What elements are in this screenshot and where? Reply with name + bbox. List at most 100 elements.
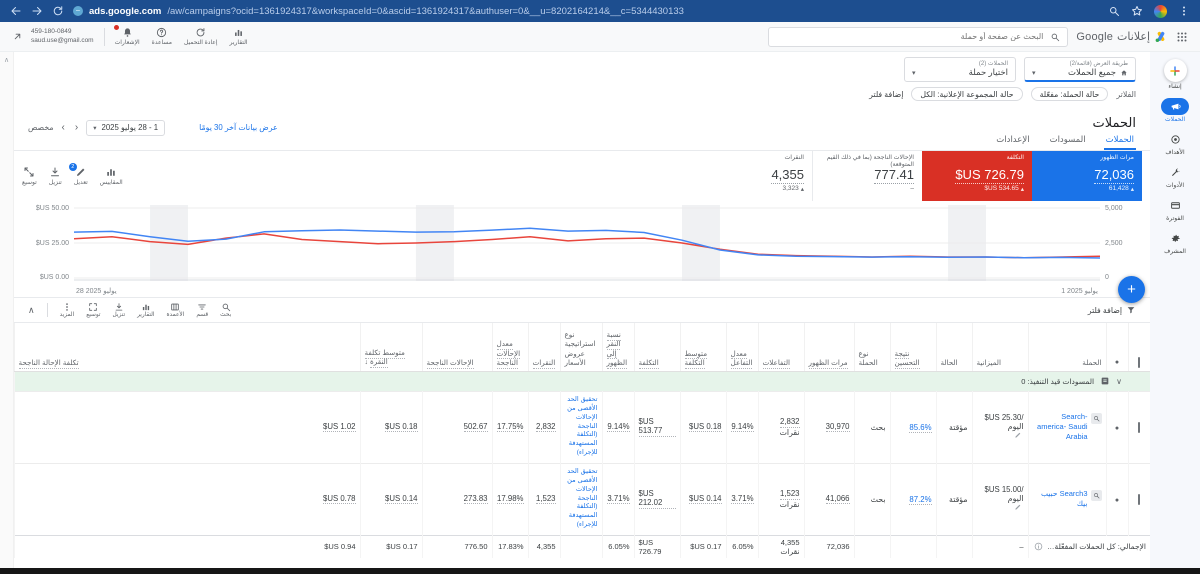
column-header-avg_cost[interactable]: متوسط التكلفة xyxy=(685,349,708,369)
browser-reload-icon[interactable] xyxy=(52,5,64,17)
search-icon xyxy=(221,302,231,312)
column-header-clicks[interactable]: النقرات xyxy=(533,358,556,369)
view-mode-dropdown[interactable]: طريقة العرض (قائمة/2) جميع الحملات ▾ xyxy=(1024,57,1136,82)
filter-chip-1[interactable]: حالة المجموعة الإعلانية: الكل xyxy=(911,87,1022,101)
info-icon[interactable] xyxy=(1034,542,1043,551)
campaign-row-1[interactable]: ● Search3 حبيب بيك$US 15.00/اليوممؤقتة87… xyxy=(14,463,1150,535)
collapse-table-icon[interactable]: ∧ xyxy=(28,305,35,316)
add-fab-button[interactable]: + xyxy=(1118,276,1145,303)
column-header-status[interactable]: الحالة xyxy=(941,358,958,367)
site-info-icon[interactable]: – xyxy=(73,6,83,16)
nav-item-admin[interactable]: المشرف xyxy=(1161,230,1189,255)
global-search[interactable] xyxy=(768,27,1068,47)
table-tool-label: الأعمدة xyxy=(167,312,185,318)
nav-item-billing[interactable]: الفوترة xyxy=(1161,197,1189,222)
table-tool-reports[interactable]: التقارير xyxy=(137,302,154,318)
scorecard-conversions[interactable]: الإحالات الناجحة (بما في ذلك القيم المتو… xyxy=(812,151,922,201)
chart-tool-expand[interactable]: توسيع xyxy=(22,166,37,186)
browser-profile-avatar[interactable] xyxy=(1154,5,1167,18)
scorecard-cost[interactable]: التكلفة $US 726.79 ▴$US 534.65 xyxy=(922,151,1032,201)
campaign-name-link[interactable]: Search- america- Saudi Arabia xyxy=(1033,412,1088,442)
nav-item-campaigns[interactable]: الحملات xyxy=(1161,98,1189,123)
column-header-interactions[interactable]: التفاعلات xyxy=(763,358,791,369)
column-header-conversions[interactable]: الإحالات الناجحة xyxy=(427,358,474,369)
cell-opt-score[interactable]: 85.6% xyxy=(909,423,931,434)
campaign-picker-dropdown[interactable]: الحملات (2) اختيار حملة ▾ xyxy=(904,57,1016,82)
column-header-conv_rate[interactable]: معدل الإحالات الناجحة xyxy=(497,339,521,368)
row-checkbox[interactable] xyxy=(1138,494,1140,505)
cell-interactions-unit: نقرات xyxy=(780,500,800,509)
column-header-avg_cpc[interactable]: متوسط تكلفة النقرة xyxy=(365,348,405,368)
column-header-bid_strategy[interactable]: نوع استراتيجية عروض الأسعار xyxy=(565,330,596,367)
cell-budget[interactable]: $US 15.00/اليوم xyxy=(977,485,1024,503)
table-tool-search[interactable]: بحث xyxy=(220,302,231,318)
apps-grid-icon[interactable] xyxy=(1176,31,1188,43)
campaign-name-link[interactable]: Search3 حبيب بيك xyxy=(1033,489,1088,509)
search-input[interactable] xyxy=(776,31,1045,42)
table-tool-columns[interactable]: الأعمدة xyxy=(167,302,185,318)
column-header-budget[interactable]: الميزانية xyxy=(977,358,1002,367)
nav-item-goals[interactable]: الأهداف xyxy=(1161,131,1189,156)
search-campaign-badge-icon xyxy=(1091,490,1102,501)
column-header-name[interactable]: الحملة xyxy=(1082,358,1101,367)
date-prev-icon[interactable]: ‹ xyxy=(73,122,80,133)
account-info[interactable]: 459-180-0849 saud.use@gmail.com xyxy=(31,28,94,46)
browser-back-icon[interactable] xyxy=(10,5,22,17)
column-header-impressions[interactable]: مرات الظهور xyxy=(809,358,848,369)
topbar-refresh-button[interactable]: إعادة التحميل xyxy=(184,27,218,46)
browser-search-icon[interactable] xyxy=(1108,5,1120,17)
date-range-dropdown[interactable]: 1 - 28 يوليو 2025 ▾ xyxy=(86,120,165,136)
address-bar[interactable]: – ads.google.com/aw/campaigns?ocid=13619… xyxy=(73,6,1099,17)
topbar-reports-button[interactable]: التقارير xyxy=(230,27,248,46)
table-tool-segment[interactable]: قسم xyxy=(196,302,208,318)
table-tool-expand[interactable]: توسيع xyxy=(86,302,100,318)
topbar-help-button[interactable]: مساعدة xyxy=(152,27,172,46)
create-button[interactable]: إنشاء xyxy=(1164,59,1187,90)
edit-budget-icon[interactable] xyxy=(1014,431,1022,439)
nav-item-tools[interactable]: الأدوات xyxy=(1161,164,1189,189)
chart-tool-metrics[interactable]: المقاييس xyxy=(100,166,123,186)
status-dot[interactable]: ● xyxy=(1115,425,1119,432)
table-tool-label: بحث xyxy=(220,312,231,318)
open-account-icon[interactable] xyxy=(12,31,23,42)
tab-drafts[interactable]: المسودات xyxy=(1048,132,1088,150)
column-header-cost_per_conv[interactable]: تكلفة الإحالة الناجحة xyxy=(19,358,79,369)
table-add-filter[interactable]: إضافة فلتر xyxy=(1088,305,1136,315)
tab-settings[interactable]: الإعدادات xyxy=(994,132,1031,150)
chevron-down-icon[interactable]: ∨ xyxy=(1116,377,1122,386)
collapse-strip[interactable]: ∧ xyxy=(0,52,14,568)
page-tabs: الحملات المسودات الإعدادات xyxy=(994,132,1136,150)
scorecard-impressions[interactable]: مرات الظهور 72,036 ▴61,428 xyxy=(1032,151,1142,201)
cell-bid-strategy[interactable]: تحقيق الحد الأقصى من الإحالات الناجحة (ا… xyxy=(565,468,598,530)
last-30-days-link[interactable]: عرض بيانات آخر 30 يومًا xyxy=(199,123,278,132)
column-header-opt_score[interactable]: نتيجة التحسين xyxy=(895,349,920,369)
column-header-interaction_rate[interactable]: معدل التفاعل xyxy=(731,349,753,369)
column-header-ctr[interactable]: نسبة النقر إلى الظهور xyxy=(607,330,628,369)
status-dot[interactable]: ● xyxy=(1115,497,1119,504)
row-checkbox[interactable] xyxy=(1138,422,1140,433)
edit-budget-icon[interactable] xyxy=(1014,503,1022,511)
filter-chip-0[interactable]: حالة الحملة: مفعّلة xyxy=(1031,87,1109,101)
chart-tool-edit[interactable]: 2 تعديل xyxy=(74,166,88,186)
campaign-row-0[interactable]: ● Search- america- Saudi Arabia $US 25.30… xyxy=(14,391,1150,463)
select-all-checkbox[interactable] xyxy=(1138,357,1140,368)
browser-menu-icon[interactable] xyxy=(1178,5,1190,17)
bookmark-star-icon[interactable] xyxy=(1131,5,1143,17)
table-tool-download[interactable]: تنزيل xyxy=(113,302,126,318)
download-icon xyxy=(114,302,124,312)
tab-campaigns[interactable]: الحملات xyxy=(1104,132,1136,150)
scorecard-clicks[interactable]: النقرات 4,355 ▴3,323 xyxy=(702,151,812,201)
cell-bid-strategy[interactable]: تحقيق الحد الأقصى من الإحالات الناجحة (ا… xyxy=(565,396,598,458)
drafts-group-row[interactable]: ∨ المسودات قيد التنفيذ: 0 xyxy=(14,371,1150,391)
cell-cost_per_conv: $US 1.02 xyxy=(323,422,356,433)
column-header-cost[interactable]: التكلفة xyxy=(639,358,659,369)
topbar-notifications-button[interactable]: الإشعارات xyxy=(115,27,140,46)
date-next-icon[interactable]: › xyxy=(60,122,67,133)
cell-budget[interactable]: $US 25.30/اليوم xyxy=(977,413,1024,431)
table-tool-more[interactable]: المزيد xyxy=(60,302,75,318)
chart-tool-download[interactable]: تنزيل xyxy=(49,166,62,186)
column-header-type[interactable]: نوع الحملة xyxy=(859,349,878,367)
cell-opt-score[interactable]: 87.2% xyxy=(909,495,931,506)
browser-forward-icon[interactable] xyxy=(31,5,43,17)
add-filter-link[interactable]: إضافة فلتر xyxy=(869,90,903,99)
